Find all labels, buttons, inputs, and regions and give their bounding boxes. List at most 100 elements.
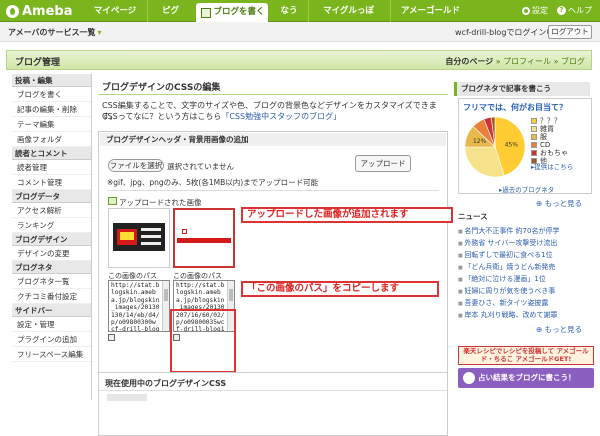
service-list-menu[interactable]: アメーバのサービス一覧 ▾ [8, 27, 102, 38]
help-link[interactable]: ? ヘルプ [557, 5, 592, 16]
more-link-news[interactable]: ⊕ もっと見る [536, 324, 582, 335]
poll-pie-chart: 45% 12% [464, 116, 526, 178]
breadcrumb-blog[interactable]: » ブログ [554, 57, 585, 66]
logout-button[interactable]: ログアウト [548, 25, 592, 39]
pie-data-label: 45% [505, 141, 519, 148]
format-note: ※gif、jpg、pngのみ、5枚(各1MB以内)までアップロード可能 [107, 178, 319, 187]
uploaded-image-thumb-2[interactable] [173, 208, 235, 268]
fortune-banner[interactable]: 占い結果をブログに書こう！ [458, 368, 594, 388]
uploaded-image-thumb-1[interactable] [108, 208, 170, 268]
sidebar-item[interactable]: ブログネタ一覧 [12, 274, 91, 289]
legend-entry: 服 [531, 133, 591, 141]
image-preview [113, 223, 165, 251]
current-css-title: 現在使用中のブログデザインCSS [105, 379, 227, 388]
legend-label: CD [540, 141, 551, 149]
image-path-field-1[interactable]: http://stat.blogskin.ameba.jp/blogskin_i… [108, 280, 170, 332]
page-title: ブログ管理 [15, 58, 61, 68]
recipe-banner[interactable]: 楽天レシピでレシピを投稿して アメゴールド・ちるこ アメゴールドGET! [458, 346, 594, 365]
nav-now[interactable]: なう [272, 0, 306, 22]
gear-icon [522, 6, 530, 15]
ameba-logo-icon [6, 4, 19, 18]
upload-button[interactable]: アップロード [355, 155, 411, 172]
nav-ameba-gold[interactable]: アメーゴールド [390, 0, 470, 22]
help-icon: ? [557, 6, 566, 15]
top-bar: Ameba マイページ ピグ ブログを書く なう マイグルっぽ アメーゴールド … [0, 0, 600, 22]
more-arrow-icon: ⊕ [536, 199, 545, 208]
choose-file-button[interactable]: ファイルを選択 [108, 159, 164, 172]
news-item[interactable]: 「どん兵衛」焼うどん新発売 [458, 261, 598, 273]
settings-link[interactable]: 設定 [522, 5, 548, 16]
login-status: wcf-drill-blogでログイン中 [455, 28, 555, 37]
nav-my-group[interactable]: マイグルっぽ [308, 0, 388, 22]
news-item[interactable]: 名門大不正事件 約70名が停学 [458, 225, 598, 237]
sidebar-item[interactable]: ランキング [12, 218, 91, 233]
image-preview-bar [177, 238, 231, 243]
legend-entry: おもちゃ [531, 149, 591, 157]
sidebar-item[interactable]: テーマ編集 [12, 117, 91, 132]
legend-label: ？？？ [540, 117, 561, 125]
legend-swatch [531, 134, 537, 140]
legend-entry: 雑貨 [531, 125, 591, 133]
sidebar-item[interactable]: コメント管理 [12, 175, 91, 190]
no-file-label: 選択されていません [167, 162, 235, 171]
news-item[interactable]: 回転ずしで最初に食べる1位 [458, 249, 598, 261]
scrollbar[interactable] [162, 281, 169, 331]
sidebar-section-heading: サイドバー [12, 304, 91, 317]
more-arrow-icon: ⊕ [536, 325, 545, 334]
sidebar-nav: 投稿・編集 ブログを書く 記事の編集・削除 テーマ編集 画像フォルダ 読者とコメント 読者管… [12, 74, 92, 400]
breadcrumb-self[interactable]: 自分のページ [445, 57, 493, 66]
sub-bar: アメーバのサービス一覧 ▾ wcf-drill-blogでログイン中 ログアウト [0, 22, 600, 42]
image-icon [108, 197, 117, 205]
news-item[interactable]: 吾妻ひさ、新タイツ姿披露 [458, 297, 598, 309]
neta-question[interactable]: フリマでは、何がお目当て？ [463, 102, 567, 113]
nav-write-blog[interactable]: ブログを書く [196, 3, 268, 22]
delete-image-icon[interactable] [108, 334, 115, 341]
legend-entry: ？？？ [531, 117, 591, 125]
ameba-logo[interactable]: Ameba [6, 3, 73, 19]
sidebar-item[interactable]: 記事の編集・削除 [12, 102, 91, 117]
nav-mypage[interactable]: マイページ [85, 0, 145, 22]
annotation-callout-2: 「この画像のパス」をコピーします [241, 281, 439, 297]
sidebar-section-heading: 読者とコメント [12, 147, 91, 160]
sidebar-item[interactable]: 画像フォルダ [12, 132, 91, 147]
description-help: CSSってなに？という方はこちら「CSS勉強中スタッフのブログ」 [102, 112, 342, 121]
legend-label: 服 [540, 133, 547, 141]
css-staff-blog-link[interactable]: 「CSS勉強中スタッフのブログ」 [221, 112, 341, 121]
sponsor-link[interactable]: ▸提供はこちら [531, 161, 573, 171]
sidebar-item[interactable]: ブログを書く [12, 87, 91, 102]
news-item[interactable]: 妊婦に周りが気を使うべき事 [458, 285, 598, 297]
more-link-neta[interactable]: ⊕ もっと見る [536, 198, 582, 209]
current-css-panel: 現在使用中のブログデザインCSS [98, 372, 448, 401]
breadcrumb: 自分のページ » プロフィール » ブログ [445, 56, 585, 67]
news-item[interactable]: 「絶対に泣ける漫画」1位 [458, 273, 598, 285]
chevron-down-icon: ▾ [97, 28, 102, 37]
legend-entry: CD [531, 141, 591, 149]
news-item[interactable]: 岸本 丸刈り戦略、改めて謝罪 [458, 309, 598, 321]
divider [107, 190, 439, 191]
fortune-icon [463, 372, 475, 384]
news-item[interactable]: 外務省 サイバー攻撃受け流出 [458, 237, 598, 249]
sidebar-item[interactable]: クチコミ番付設定 [12, 289, 91, 304]
nav-pigg[interactable]: ピグ [147, 0, 193, 22]
main-content: ブログデザインのCSSの編集 CSS編集することで、文字のサイズや色、ブログの背… [98, 74, 448, 436]
sidebar-item[interactable]: 設定・管理 [12, 317, 91, 332]
pie-legend: ？？？ 雑貨服 CD おもちゃ他 [531, 117, 591, 165]
sidebar-item[interactable]: アクセス解析 [12, 203, 91, 218]
blog-neta-box: フリマでは、何がお目当て？ 45% 12% ？？？ 雑貨服 CD おもちゃ他 ▸提供はこ… [458, 98, 592, 194]
sidebar-item[interactable]: デザインの変更 [12, 246, 91, 261]
sidebar-section-heading: ブログデザイン [12, 233, 91, 246]
past-neta-link[interactable]: ▸過去のブログネタ [499, 184, 554, 194]
breadcrumb-profile[interactable]: » プロフィール [496, 57, 551, 66]
right-sidebar: ブログネタで記事を書こう フリマでは、何がお目当て？ 45% 12% ？？？ 雑貨服… [454, 74, 600, 400]
sidebar-item[interactable]: フリースペース編集 [12, 347, 91, 362]
sidebar-item[interactable]: プラグインの追加 [12, 332, 91, 347]
image-preview [182, 229, 187, 234]
sidebar-item[interactable]: 読者管理 [12, 160, 91, 175]
legend-label: おもちゃ [540, 149, 568, 157]
legend-swatch [531, 118, 537, 124]
legend-swatch [531, 126, 537, 132]
sidebar-section-heading: 投稿・編集 [12, 74, 91, 87]
legend-label: 雑貨 [540, 125, 554, 133]
divider [98, 94, 448, 95]
legend-swatch [531, 142, 537, 148]
